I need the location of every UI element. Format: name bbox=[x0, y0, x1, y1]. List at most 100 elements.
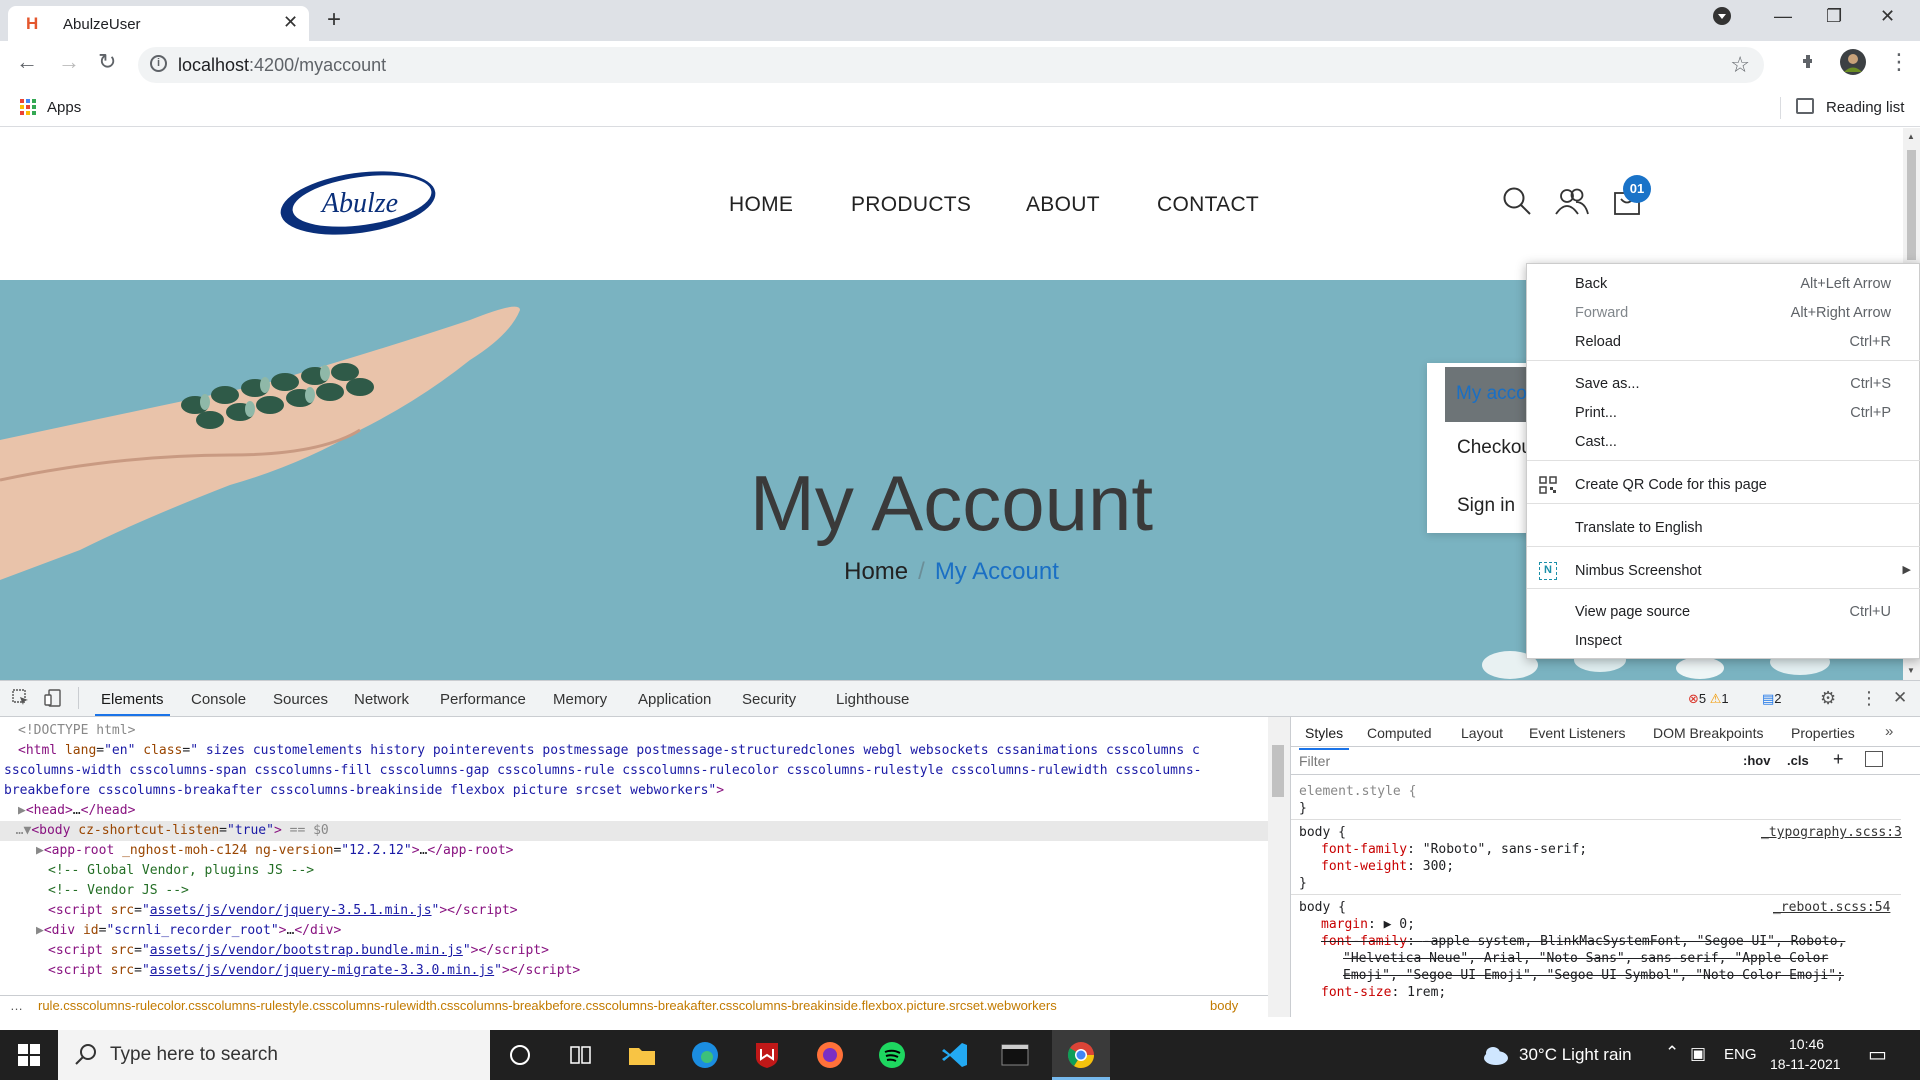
tab-console[interactable]: Console bbox=[191, 691, 246, 708]
css-declaration[interactable]: margin: ▶ 0; bbox=[1321, 916, 1415, 933]
script-node[interactable]: <script src="assets/js/vendor/jquery-mig… bbox=[48, 961, 1268, 981]
styles-filter-input[interactable]: Filter bbox=[1299, 753, 1330, 769]
context-item-save-as[interactable]: Save as... Ctrl+S bbox=[1527, 372, 1920, 398]
app-root-node[interactable]: ▶<app-root _nghost-moh-c124 ng-version="… bbox=[36, 841, 1268, 861]
spotify-icon[interactable] bbox=[877, 1040, 907, 1070]
close-window-icon[interactable]: ✕ bbox=[1880, 6, 1895, 27]
close-devtools-icon[interactable]: ✕ bbox=[1893, 688, 1907, 708]
css-declaration[interactable]: font-weight: 300; bbox=[1321, 858, 1454, 875]
dom-breadcrumb-body[interactable]: body bbox=[1210, 996, 1238, 1016]
body-rule-selector[interactable]: body { bbox=[1299, 899, 1346, 916]
context-item-translate[interactable]: Translate to English bbox=[1527, 516, 1920, 542]
clock-date[interactable]: 18-11-2021 bbox=[1770, 1056, 1841, 1072]
taskbar-search-box[interactable]: Type here to search bbox=[58, 1030, 490, 1080]
comment-node[interactable]: <!-- Global Vendor, plugins JS --> bbox=[48, 861, 1268, 881]
tab-dom-breakpoints[interactable]: DOM Breakpoints bbox=[1653, 725, 1763, 741]
tab-computed[interactable]: Computed bbox=[1367, 725, 1432, 741]
context-item-back[interactable]: Back Alt+Left Arrow bbox=[1527, 272, 1920, 298]
head-node[interactable]: ▶<head>…</head> bbox=[18, 801, 1268, 821]
nav-home[interactable]: HOME bbox=[729, 193, 793, 217]
apps-grid-icon[interactable] bbox=[20, 99, 36, 115]
script-src-link[interactable]: assets/js/vendor/jquery-3.5.1.min.js bbox=[150, 903, 432, 918]
new-tab-button[interactable]: + bbox=[327, 6, 341, 34]
script-node[interactable]: <script src="assets/js/vendor/jquery-3.5… bbox=[48, 901, 1268, 921]
breadcrumb-home[interactable]: Home bbox=[844, 558, 908, 585]
vscode-icon[interactable] bbox=[940, 1040, 970, 1070]
class-toggle[interactable]: .cls bbox=[1787, 753, 1809, 768]
browser-tab[interactable]: H AbulzeUser ✕ bbox=[8, 6, 309, 41]
bookmark-star-icon[interactable]: ☆ bbox=[1730, 52, 1750, 78]
script-node[interactable]: <script src="assets/js/vendor/bootstrap.… bbox=[48, 941, 1268, 961]
language-indicator[interactable]: ENG bbox=[1724, 1046, 1757, 1063]
reload-icon[interactable]: ↻ bbox=[98, 49, 116, 75]
weather-text[interactable]: 30°C Light rain bbox=[1519, 1045, 1632, 1065]
doctype-node[interactable]: <!DOCTYPE html> bbox=[18, 721, 1268, 741]
tab-properties[interactable]: Properties bbox=[1791, 725, 1855, 741]
recorder-div-node[interactable]: ▶<div id="scrnli_recorder_root">…</div> bbox=[36, 921, 1268, 941]
cortana-icon[interactable] bbox=[505, 1040, 535, 1070]
scroll-down-icon[interactable]: ▼ bbox=[1907, 666, 1915, 675]
address-bar[interactable]: i localhost:4200/myaccount ☆ bbox=[138, 47, 1764, 83]
tab-lighthouse[interactable]: Lighthouse bbox=[836, 691, 909, 708]
more-tabs-icon[interactable]: » bbox=[1885, 723, 1893, 740]
edge-icon[interactable] bbox=[690, 1040, 720, 1070]
extensions-icon[interactable] bbox=[1800, 51, 1820, 77]
css-declaration-overridden[interactable]: font-family: -apple-system, BlinkMacSyst… bbox=[1321, 933, 1845, 950]
notifications-icon[interactable]: ▭ bbox=[1868, 1042, 1887, 1067]
tab-application[interactable]: Application bbox=[638, 691, 711, 708]
chrome-taskbar-button[interactable] bbox=[1052, 1030, 1110, 1080]
tab-layout[interactable]: Layout bbox=[1461, 725, 1503, 741]
toggle-sidebar-icon[interactable] bbox=[1865, 751, 1883, 767]
tab-performance[interactable]: Performance bbox=[440, 691, 526, 708]
apps-bookmark[interactable]: Apps bbox=[47, 99, 81, 116]
context-item-forward[interactable]: Forward Alt+Right Arrow bbox=[1527, 301, 1920, 327]
dropdown-item-sign-in[interactable]: Sign in bbox=[1457, 495, 1515, 517]
settings-gear-icon[interactable]: ⚙ bbox=[1820, 688, 1836, 709]
body-node-selected[interactable]: …▼<body cz-shortcut-listen="true"> == $0 bbox=[0, 821, 1268, 841]
tab-elements[interactable]: Elements bbox=[95, 691, 170, 716]
context-item-view-source[interactable]: View page source Ctrl+U bbox=[1527, 600, 1920, 626]
nav-contact[interactable]: CONTACT bbox=[1157, 193, 1259, 217]
context-item-nimbus-screenshot[interactable]: N Nimbus Screenshot ▶ bbox=[1527, 559, 1920, 585]
tab-network[interactable]: Network bbox=[354, 691, 409, 708]
maximize-icon[interactable]: ❐ bbox=[1826, 6, 1842, 27]
tab-security[interactable]: Security bbox=[742, 691, 796, 708]
site-info-icon[interactable]: i bbox=[150, 55, 167, 72]
file-explorer-icon[interactable] bbox=[627, 1040, 657, 1070]
scroll-up-icon[interactable]: ▲ bbox=[1907, 132, 1915, 141]
messages-counter[interactable]: ▤2 bbox=[1762, 691, 1782, 707]
reading-list-icon[interactable] bbox=[1796, 98, 1814, 114]
account-users-icon[interactable] bbox=[1554, 186, 1590, 221]
issues-counter[interactable]: ⊗5 ⚠1 bbox=[1688, 691, 1729, 707]
inspect-element-icon[interactable] bbox=[12, 689, 30, 712]
mcafee-icon[interactable] bbox=[752, 1040, 782, 1070]
scrollbar-thumb[interactable] bbox=[1907, 150, 1916, 260]
site-logo[interactable]: Abulze bbox=[278, 168, 438, 238]
css-declaration[interactable]: font-family: "Roboto", sans-serif; bbox=[1321, 841, 1587, 858]
browser-menu-icon[interactable]: ⋮ bbox=[1888, 49, 1910, 75]
profile-avatar[interactable] bbox=[1840, 49, 1866, 81]
reading-list-button[interactable]: Reading list bbox=[1826, 99, 1904, 116]
css-declaration[interactable]: font-size: 1rem; bbox=[1321, 984, 1446, 1001]
terminal-icon[interactable] bbox=[1000, 1040, 1030, 1070]
elements-scrollbar-thumb[interactable] bbox=[1272, 745, 1284, 797]
rule-source-link[interactable]: _typography.scss:3 bbox=[1761, 824, 1902, 841]
context-item-inspect[interactable]: Inspect bbox=[1527, 629, 1920, 655]
script-src-link[interactable]: assets/js/vendor/jquery-migrate-3.3.0.mi… bbox=[150, 963, 494, 978]
devtools-more-icon[interactable]: ⋮ bbox=[1860, 688, 1878, 709]
script-src-link[interactable]: assets/js/vendor/bootstrap.bundle.min.js bbox=[150, 943, 463, 958]
context-item-qr-code[interactable]: Create QR Code for this page bbox=[1527, 473, 1920, 499]
network-icon[interactable]: ▣ bbox=[1690, 1044, 1706, 1064]
device-toolbar-icon[interactable] bbox=[44, 689, 62, 712]
windows-start-icon[interactable] bbox=[18, 1044, 40, 1071]
tab-search-icon[interactable] bbox=[1712, 6, 1732, 31]
clock-time[interactable]: 10:46 bbox=[1789, 1036, 1824, 1052]
nav-products[interactable]: PRODUCTS bbox=[851, 193, 971, 217]
forward-icon[interactable]: → bbox=[58, 49, 80, 75]
nav-about[interactable]: ABOUT bbox=[1026, 193, 1100, 217]
hover-state-toggle[interactable]: :hov bbox=[1743, 753, 1770, 768]
tab-event-listeners[interactable]: Event Listeners bbox=[1529, 725, 1626, 741]
context-item-cast[interactable]: Cast... bbox=[1527, 430, 1920, 456]
element-style-rule[interactable]: element.style { bbox=[1299, 783, 1416, 800]
html-node[interactable]: <html lang="en" class=" sizes customelem… bbox=[18, 741, 1268, 761]
